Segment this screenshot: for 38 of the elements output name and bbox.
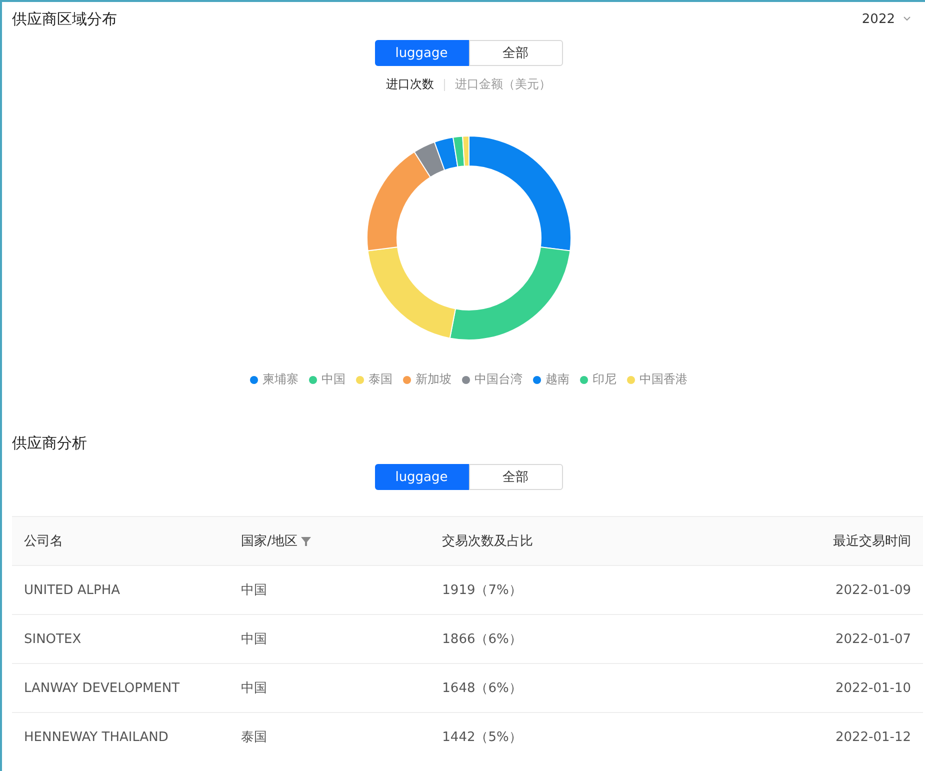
legend-label: 泰国: [368, 371, 392, 388]
table-cell: 1919（7%）: [442, 583, 522, 598]
segment-tab[interactable]: 全部: [468, 40, 562, 66]
table-cell: 2022-01-10: [835, 680, 911, 696]
year-select[interactable]: 2022: [862, 12, 911, 26]
column-header: 国家/地区: [241, 534, 298, 549]
segment-tab[interactable]: luggage: [374, 464, 468, 490]
column-header: 公司名: [24, 534, 63, 549]
section-title: 供应商分析: [12, 434, 87, 452]
table-cell: UNITED ALPHA: [24, 582, 120, 598]
metric-tab[interactable]: 进口次数: [386, 76, 434, 93]
filter-icon[interactable]: [301, 536, 312, 546]
table-cell: 泰国: [241, 730, 268, 745]
table-cell: 2022-01-07: [835, 632, 911, 646]
segment-tab[interactable]: luggage: [374, 40, 468, 66]
table-cell: 1866（6%）: [442, 632, 522, 647]
legend-label: 越南: [546, 371, 570, 388]
table-cell: 2022-01-09: [835, 582, 911, 598]
table-cell: 中国: [241, 681, 268, 696]
table-cell: 中国: [241, 632, 268, 647]
column-header: 交易次数及占比: [442, 534, 534, 549]
table-cell: 1442（5%）: [442, 730, 522, 745]
legend-label: 中国香港: [640, 371, 688, 388]
table-cell: LANWAY DEVELOPMENT: [24, 680, 180, 696]
segment-tab[interactable]: 全部: [468, 464, 562, 490]
chevron-down-icon: [903, 16, 911, 22]
legend-label: 新加坡: [416, 371, 452, 388]
table-cell: SINOTEX: [24, 632, 82, 646]
legend-label: 柬埔寨: [262, 371, 298, 388]
table-cell: 1648（6%）: [442, 681, 522, 696]
table-cell: HENNEWAY THAILAND: [24, 730, 168, 744]
table-cell: 中国: [241, 583, 268, 598]
legend-label: 中国台湾: [474, 371, 522, 388]
legend-label: 中国: [322, 371, 346, 388]
table-cell: 2022-01-12: [835, 730, 911, 744]
legend-label: 印尼: [592, 371, 616, 388]
section-title: 供应商区域分布: [12, 10, 117, 28]
column-header: 最近交易时间: [833, 534, 911, 549]
